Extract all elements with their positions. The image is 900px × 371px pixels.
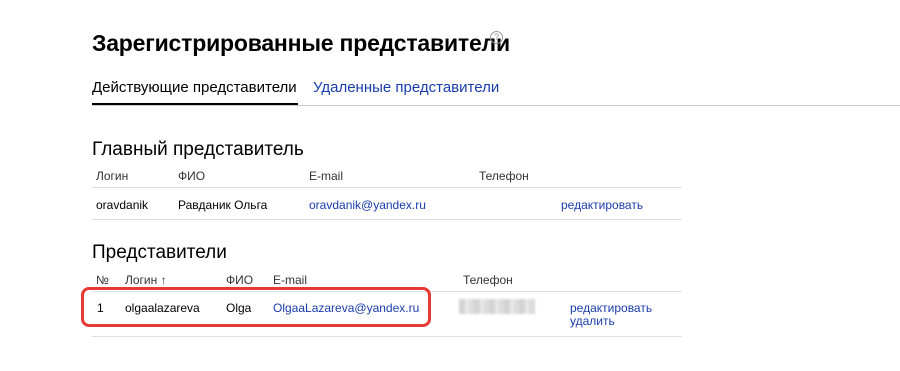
reps-col-login-sort[interactable]: Логин ↑ xyxy=(125,273,167,287)
main-name: Равданик Ольга xyxy=(178,198,268,212)
tab-deleted-representatives[interactable]: Удаленные представители xyxy=(313,79,499,96)
reps-col-name: ФИО xyxy=(226,273,254,287)
main-col-phone: Телефон xyxy=(479,169,529,183)
main-login: oravdanik xyxy=(96,198,149,212)
rep-row-phone-obscured xyxy=(459,299,535,314)
main-edit-link[interactable]: редактировать xyxy=(561,198,643,212)
reps-col-num: № xyxy=(96,273,109,287)
main-email-link[interactable]: oravdanik@yandex.ru xyxy=(309,198,426,212)
reps-col-email: E-mail xyxy=(273,273,308,287)
reps-col-phone: Телефон xyxy=(463,273,513,287)
rep-row-edit-link[interactable]: редактировать xyxy=(570,301,652,315)
main-row-divider xyxy=(92,219,682,220)
main-col-login: Логин xyxy=(96,169,129,183)
rep-row-delete-link[interactable]: удалить xyxy=(570,314,615,328)
tab-active-representatives[interactable]: Действующие представители xyxy=(92,79,297,96)
page-title: Зарегистрированные представители xyxy=(92,30,510,56)
help-icon[interactable]: ? xyxy=(490,31,503,44)
main-rep-heading: Главный представитель xyxy=(92,139,304,160)
main-header-divider xyxy=(92,187,682,188)
reps-row-divider xyxy=(92,336,682,337)
reps-heading: Представители xyxy=(92,242,227,263)
main-col-name: ФИО xyxy=(178,169,206,183)
tabs-divider xyxy=(92,105,900,106)
main-col-email: E-mail xyxy=(309,169,344,183)
highlight-annotation-box xyxy=(81,287,431,327)
